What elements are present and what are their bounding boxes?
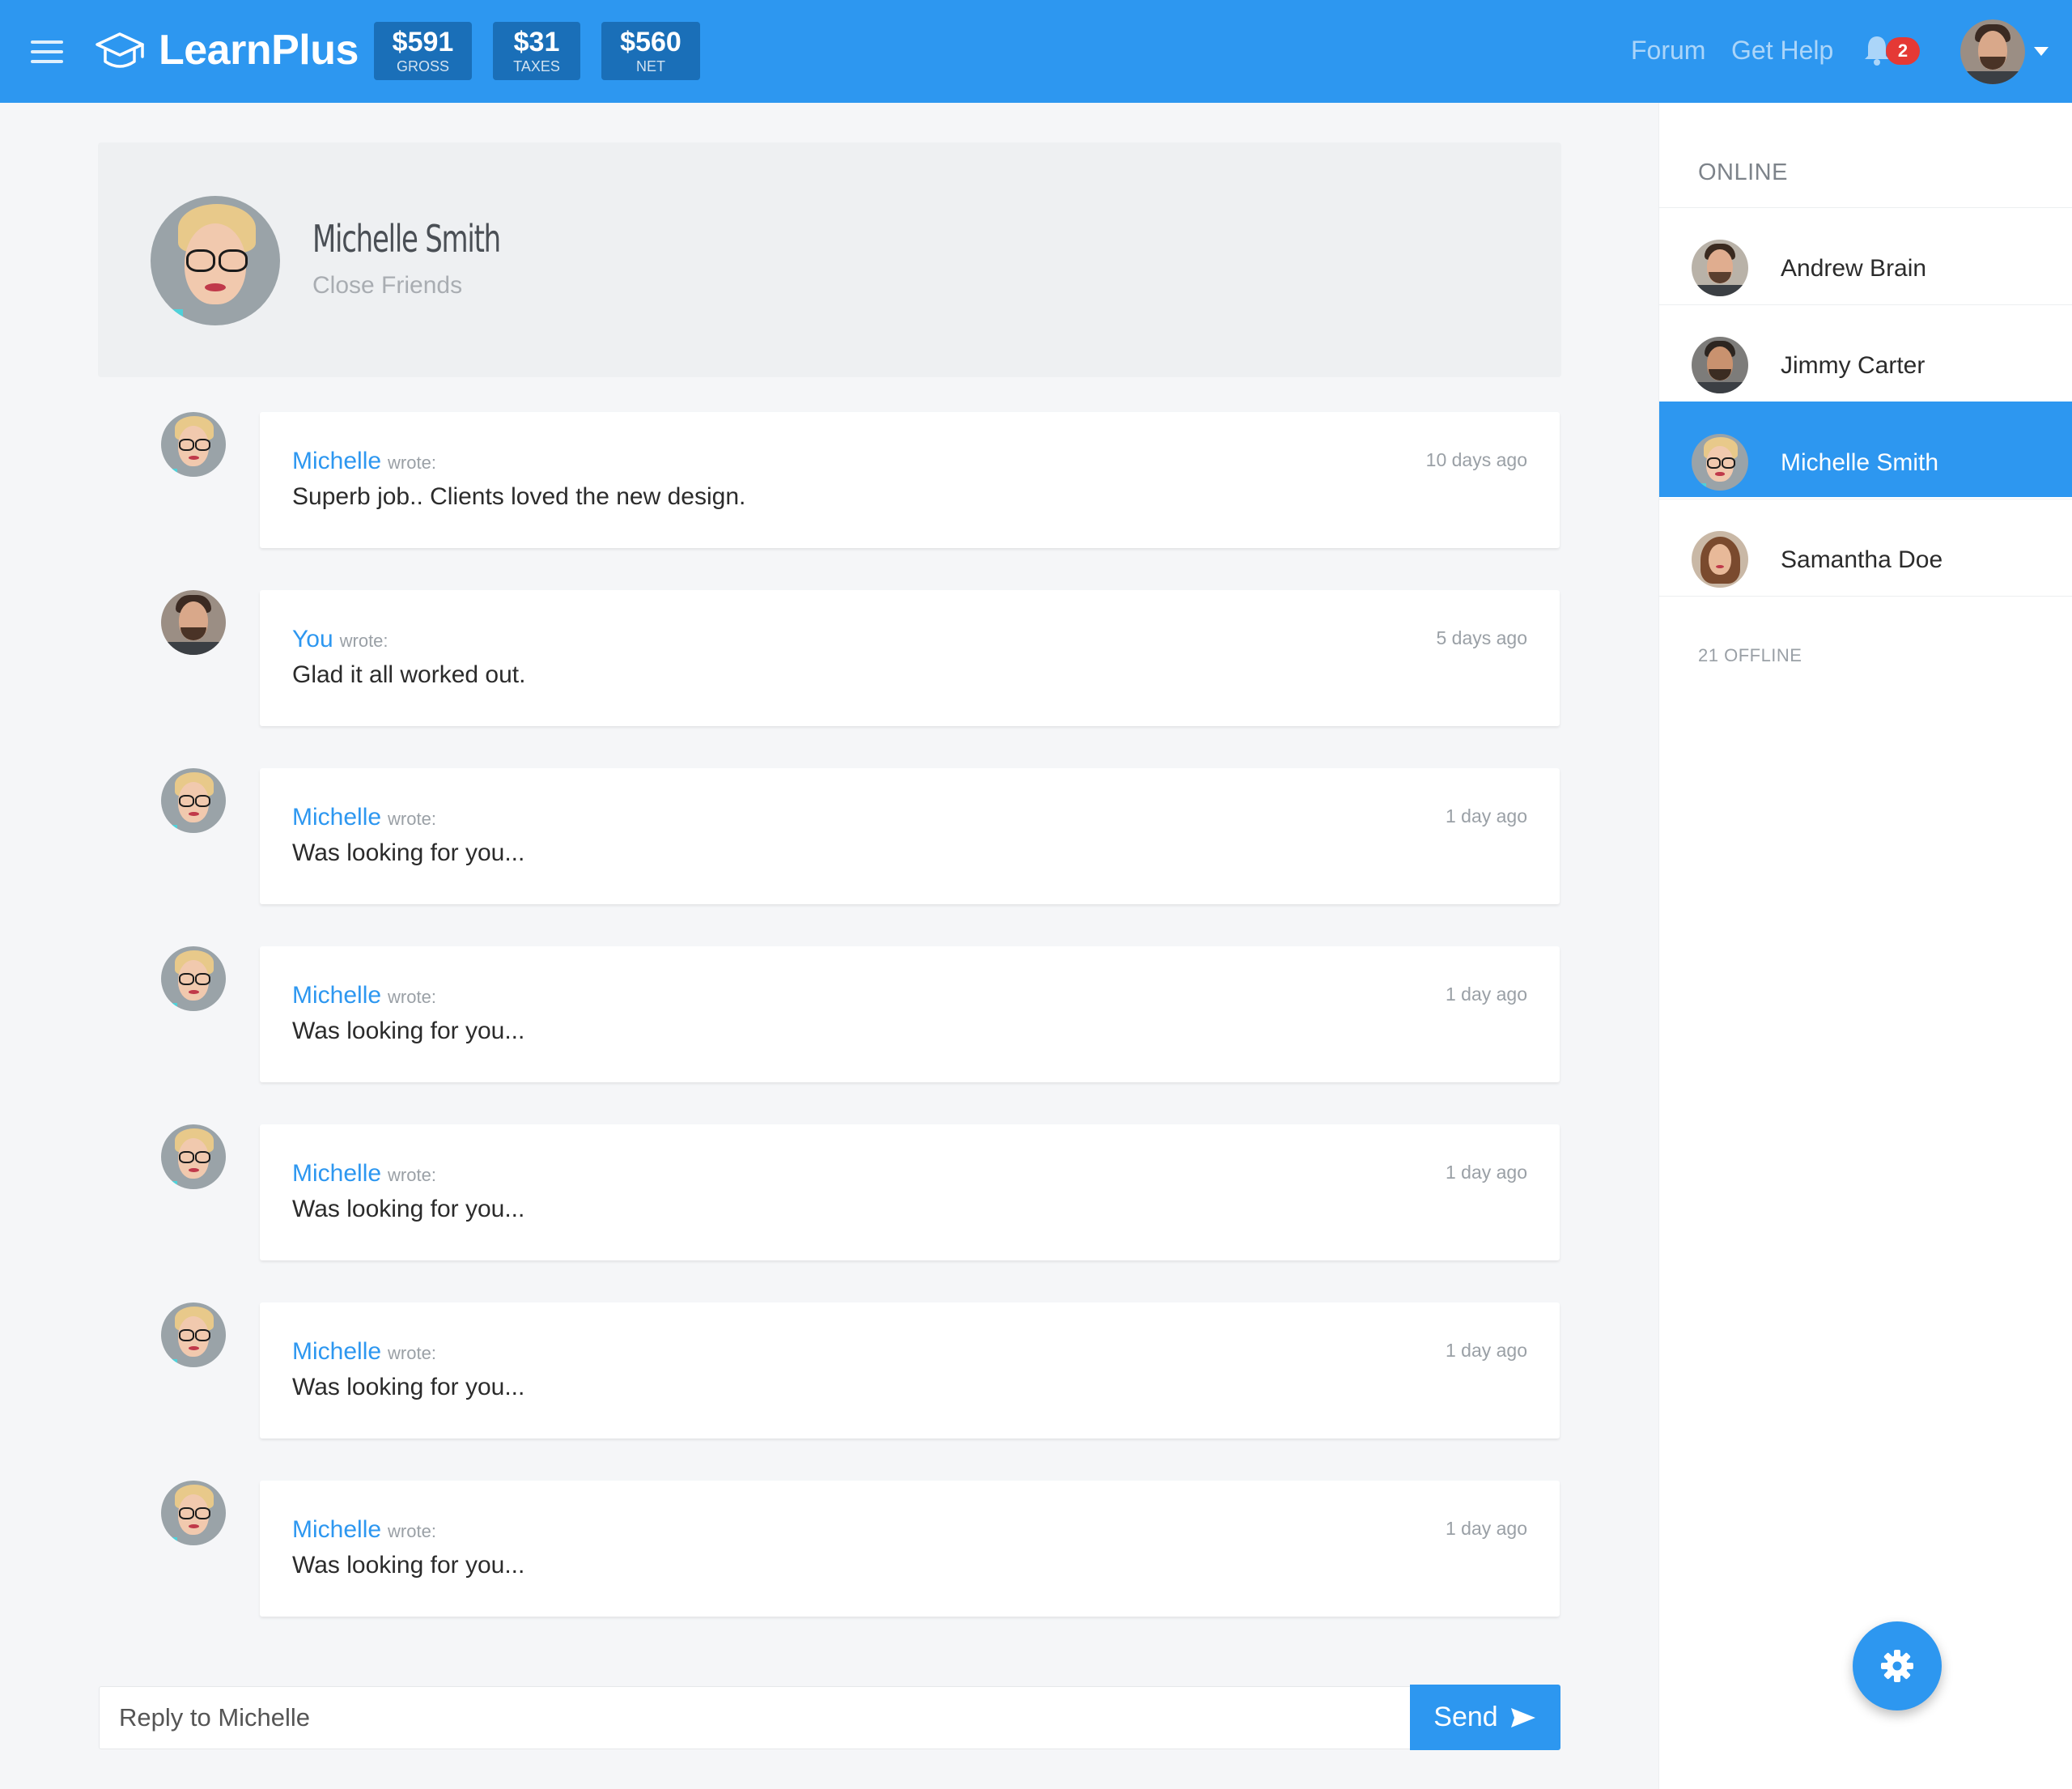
message-author[interactable]: Michelle wrote: (292, 982, 436, 1009)
message-timestamp: 1 day ago (1445, 1518, 1527, 1539)
michelle-avatar (161, 1124, 226, 1189)
message-wrote-label: wrote: (388, 809, 436, 829)
message-author[interactable]: Michelle wrote: (292, 804, 436, 831)
stat-taxes: $31 TAXES (493, 22, 580, 80)
message-author[interactable]: Michelle wrote: (292, 1160, 436, 1188)
message-text: Was looking for you... (292, 839, 525, 866)
message-bubble: Michelle wrote: 10 days ago Superb job.. … (260, 412, 1560, 548)
message-timestamp: 1 day ago (1445, 805, 1527, 827)
message-wrote-label: wrote: (339, 631, 388, 651)
stat-net: $560 NET (601, 22, 700, 80)
send-button-label: Send (1433, 1702, 1498, 1732)
message-bubble: Michelle wrote: 1 day ago Was looking for… (260, 1302, 1560, 1438)
message-wrote-label: wrote: (388, 987, 436, 1007)
contact-name-label: Samantha Doe (1781, 546, 1943, 573)
stat-taxes-label: TAXES (513, 58, 560, 74)
message-text: Was looking for you... (292, 1552, 525, 1579)
message-bubble: You wrote: 5 days ago Glad it all worked … (260, 590, 1560, 726)
send-arrow-icon (1510, 1707, 1535, 1727)
message-author[interactable]: You wrote: (292, 626, 388, 653)
nav-link-forum[interactable]: Forum (1631, 32, 1705, 68)
message-bubble: Michelle wrote: 1 day ago Was looking for… (260, 1124, 1560, 1260)
contact-avatar (1692, 337, 1748, 393)
graduation-cap-icon (96, 32, 144, 68)
stat-net-value: $560 (620, 27, 681, 57)
message-bubble: Michelle wrote: 1 day ago Was looking for… (260, 768, 1560, 904)
hamburger-menu-icon[interactable] (31, 40, 63, 63)
message-author[interactable]: Michelle wrote: (292, 1516, 436, 1544)
nav-link-get-help[interactable]: Get Help (1731, 32, 1833, 68)
stat-gross-value: $591 (392, 27, 454, 57)
michelle-avatar (161, 1302, 226, 1367)
conversation-header: Michelle Smith Close Friends (98, 142, 1561, 377)
message-wrote-label: wrote: (388, 1343, 436, 1363)
online-heading: ONLINE (1698, 159, 1788, 185)
sidebar-contact-samantha-doe[interactable]: Samantha Doe (1659, 499, 2072, 594)
michelle-avatar (161, 1481, 226, 1545)
contact-group: Close Friends (312, 272, 463, 299)
message-wrote-label: wrote: (388, 1165, 436, 1185)
brand-name[interactable]: LearnPlus (159, 24, 359, 76)
sidebar-contact-andrew-brain[interactable]: Andrew Brain (1659, 207, 2072, 303)
michelle-avatar (161, 412, 226, 477)
message-author[interactable]: Michelle wrote: (292, 448, 436, 475)
message-text: Glad it all worked out. (292, 661, 526, 688)
offline-count[interactable]: 21 OFFLINE (1698, 645, 1802, 666)
user-avatar (161, 590, 226, 655)
sidebar-contact-michelle-smith[interactable]: Michelle Smith (1659, 402, 2072, 497)
message-bubble: Michelle wrote: 1 day ago Was looking for… (260, 946, 1560, 1082)
michelle-avatar (151, 196, 280, 325)
message-wrote-label: wrote: (388, 453, 436, 473)
gear-icon (1881, 1650, 1913, 1682)
stat-gross-label: GROSS (396, 58, 449, 74)
message-timestamp: 1 day ago (1445, 984, 1527, 1005)
contact-name: Michelle Smith (312, 217, 501, 261)
contacts-sidebar: ONLINE Andrew Brain Jimmy Carter Michell… (1658, 103, 2072, 1789)
message-bubble: Michelle wrote: 1 day ago Was looking for… (260, 1481, 1560, 1617)
sidebar-divider (1659, 596, 2072, 597)
message-timestamp: 1 day ago (1445, 1162, 1527, 1183)
message-text: Was looking for you... (292, 1018, 525, 1044)
top-navbar: LearnPlus $591 GROSS $31 TAXES $560 NET … (0, 0, 2072, 103)
michelle-avatar (161, 768, 226, 833)
contact-name-label: Michelle Smith (1781, 449, 1939, 476)
message-wrote-label: wrote: (388, 1521, 436, 1541)
stat-gross: $591 GROSS (374, 22, 472, 80)
settings-button[interactable] (1853, 1621, 1942, 1710)
send-button[interactable]: Send (1410, 1685, 1560, 1750)
michelle-avatar (161, 946, 226, 1011)
contact-name-label: Jimmy Carter (1781, 352, 1926, 379)
sidebar-contact-jimmy-carter[interactable]: Jimmy Carter (1659, 304, 2072, 400)
message-text: Was looking for you... (292, 1196, 525, 1222)
message-text: Was looking for you... (292, 1374, 525, 1400)
reply-input[interactable] (99, 1686, 1410, 1749)
user-avatar[interactable] (1960, 19, 2025, 84)
contact-name-label: Andrew Brain (1781, 255, 1927, 282)
contact-avatar (1692, 434, 1748, 491)
stat-taxes-value: $31 (513, 27, 560, 57)
contact-avatar (1692, 531, 1748, 588)
notification-badge: 2 (1886, 37, 1920, 65)
chevron-down-icon[interactable] (2034, 47, 2049, 56)
message-timestamp: 10 days ago (1425, 449, 1527, 470)
message-timestamp: 5 days ago (1436, 627, 1527, 648)
contact-avatar (1692, 240, 1748, 296)
message-author[interactable]: Michelle wrote: (292, 1338, 436, 1366)
stat-net-label: NET (636, 58, 665, 74)
message-timestamp: 1 day ago (1445, 1340, 1527, 1361)
message-text: Superb job.. Clients loved the new desig… (292, 483, 746, 510)
